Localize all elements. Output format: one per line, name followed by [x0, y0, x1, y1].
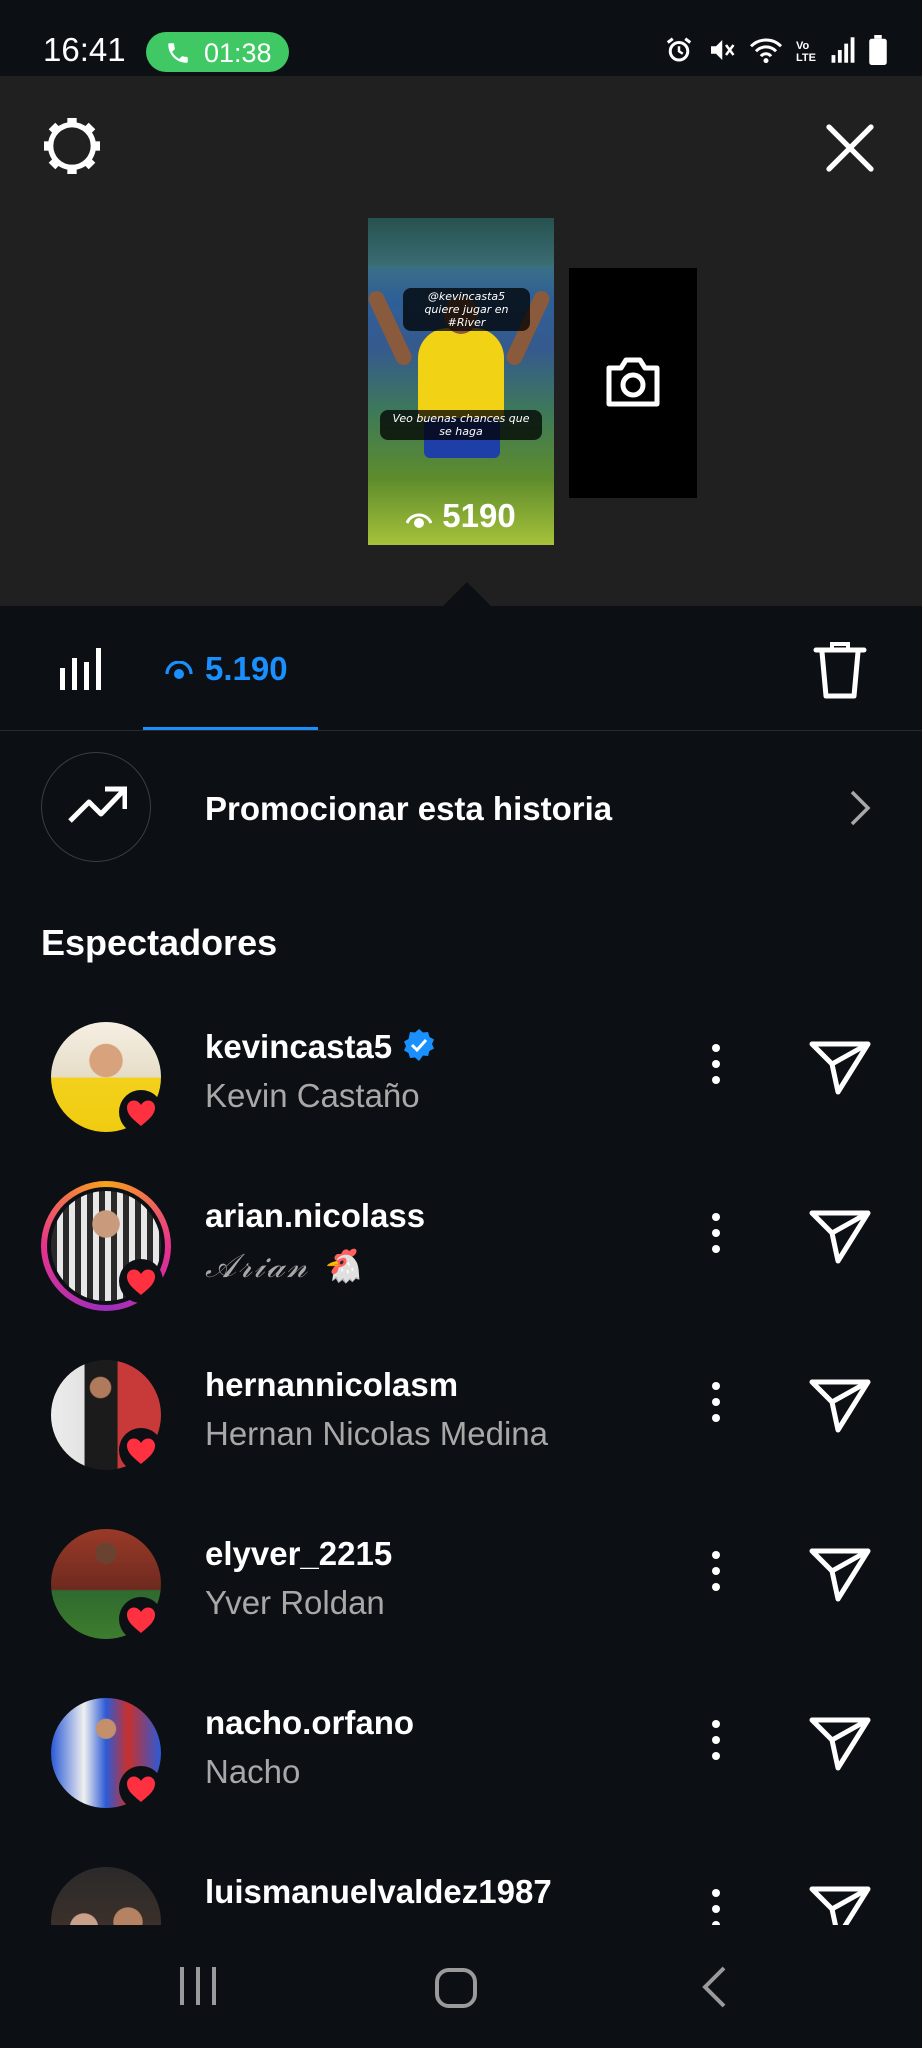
viewer-fullname: 𝒜𝓇𝒾𝒶𝓃 🐔 [205, 1246, 365, 1285]
viewer-fullname: Kevin Castaño [205, 1077, 420, 1114]
recent-apps-icon[interactable] [178, 1965, 218, 2007]
insights-tabs: 5.190 [0, 606, 922, 731]
viewer-fullname: Hernan Nicolas Medina [205, 1415, 549, 1452]
tab-viewers[interactable]: 5.190 [143, 606, 318, 730]
viewer-fullname: Nacho [205, 1753, 301, 1790]
viewer-row[interactable]: luismanuelvaldez1987 [0, 1845, 922, 1925]
story-overlay-text: Veo buenas chances que se haga [380, 410, 542, 440]
more-options-icon[interactable] [698, 1209, 734, 1257]
volte-icon: Vo LTE [796, 40, 816, 64]
selection-pointer [443, 582, 491, 606]
promote-story-label: Promocionar esta historia [205, 790, 613, 827]
viewer-row[interactable]: nacho.orfano Nacho [0, 1676, 922, 1845]
more-options-icon[interactable] [698, 1378, 734, 1426]
status-bar: 16:41 01:38 Vo LTE [0, 0, 922, 76]
avatar[interactable] [41, 1519, 171, 1649]
status-icons: Vo LTE [664, 34, 888, 70]
alarm-icon [664, 35, 694, 70]
signal-icon [830, 36, 856, 69]
insights-bar-chart-icon[interactable] [58, 646, 104, 690]
more-options-icon[interactable] [698, 1040, 734, 1088]
username-text: nacho.orfano [205, 1704, 415, 1741]
eye-icon [165, 661, 193, 679]
ongoing-call-pill[interactable]: 01:38 [146, 32, 289, 72]
viewers-section-title: Espectadores [41, 922, 278, 963]
send-icon[interactable] [808, 1376, 872, 1434]
phone-icon [168, 43, 188, 63]
liked-heart-badge [119, 1428, 163, 1472]
promote-circle [41, 752, 151, 862]
send-icon[interactable] [808, 1207, 872, 1265]
wifi-icon [748, 35, 784, 70]
username-text: luismanuelvaldez1987 [205, 1873, 552, 1910]
avatar[interactable] [41, 1012, 171, 1142]
heart-icon [127, 1776, 155, 1802]
home-icon[interactable] [434, 1967, 478, 2009]
username-text: hernannicolasm [205, 1366, 459, 1403]
story-preview-area: @kevincasta5 quiere jugar en #River Veo … [0, 76, 922, 606]
story-overlay-text: @kevincasta5 quiere jugar en #River [403, 288, 530, 331]
viewer-row[interactable]: hernannicolasm Hernan Nicolas Medina [0, 1338, 922, 1507]
viewer-fullname: Yver Roldan [205, 1584, 385, 1621]
mute-icon [706, 35, 736, 70]
viewers-list: kevincasta5 Kevin Castaño arian.nicolass… [0, 1000, 922, 1925]
viewers-count: 5.190 [205, 650, 288, 687]
thumbnail-views: 5190 [442, 497, 516, 534]
username-text: kevincasta5 [205, 1028, 393, 1065]
more-options-icon[interactable] [698, 1547, 734, 1595]
viewer-username[interactable]: elyver_2215 [205, 1535, 392, 1573]
send-icon[interactable] [808, 1545, 872, 1603]
viewer-username[interactable]: nacho.orfano [205, 1704, 414, 1742]
promote-story-row[interactable]: Promocionar esta historia [0, 730, 922, 890]
viewer-row[interactable]: kevincasta5 Kevin Castaño [0, 1000, 922, 1169]
viewer-username[interactable]: kevincasta5 [205, 1028, 436, 1066]
avatar[interactable] [41, 1181, 171, 1311]
viewer-row[interactable]: elyver_2215 Yver Roldan [0, 1507, 922, 1676]
username-text: arian.nicolass [205, 1197, 426, 1234]
avatar[interactable] [41, 1350, 171, 1480]
viewer-row[interactable]: arian.nicolass 𝒜𝓇𝒾𝒶𝓃 🐔 [0, 1169, 922, 1338]
heart-icon [127, 1607, 155, 1633]
send-icon[interactable] [808, 1883, 872, 1925]
avatar[interactable] [41, 1857, 171, 1925]
eye-icon [405, 513, 433, 528]
status-time: 16:41 [43, 31, 126, 68]
chevron-right-icon [850, 790, 871, 826]
viewer-username[interactable]: arian.nicolass [205, 1197, 425, 1235]
story-image-detail [418, 328, 504, 423]
verified-badge-icon [404, 1029, 435, 1061]
liked-heart-badge [119, 1090, 163, 1134]
heart-icon [127, 1269, 155, 1295]
story-thumbnail[interactable]: @kevincasta5 quiere jugar en #River Veo … [368, 218, 554, 545]
camera-icon [606, 357, 660, 407]
viewer-username[interactable]: luismanuelvaldez1987 [205, 1873, 552, 1911]
liked-heart-badge [119, 1259, 163, 1303]
more-options-icon[interactable] [698, 1716, 734, 1764]
heart-icon [127, 1100, 155, 1126]
liked-heart-badge [119, 1597, 163, 1641]
story-image-top [368, 218, 554, 266]
heart-icon [127, 1438, 155, 1464]
send-icon[interactable] [808, 1038, 872, 1096]
liked-heart-badge [119, 1766, 163, 1810]
avatar[interactable] [41, 1688, 171, 1818]
more-options-icon[interactable] [698, 1885, 734, 1925]
add-story-tile[interactable] [569, 268, 697, 498]
trash-icon[interactable] [812, 640, 868, 700]
system-nav-bar [0, 1925, 922, 2048]
send-icon[interactable] [808, 1714, 872, 1772]
thumbnail-view-count: 5190 [368, 497, 554, 535]
username-text: elyver_2215 [205, 1535, 393, 1572]
trending-up-icon [68, 786, 127, 823]
gear-icon[interactable] [40, 114, 104, 178]
call-duration: 01:38 [204, 38, 272, 68]
viewer-username[interactable]: hernannicolasm [205, 1366, 458, 1404]
battery-icon [868, 34, 888, 70]
back-icon[interactable] [700, 1965, 728, 2009]
avatar-image [51, 1867, 161, 1925]
close-icon[interactable] [822, 120, 878, 176]
